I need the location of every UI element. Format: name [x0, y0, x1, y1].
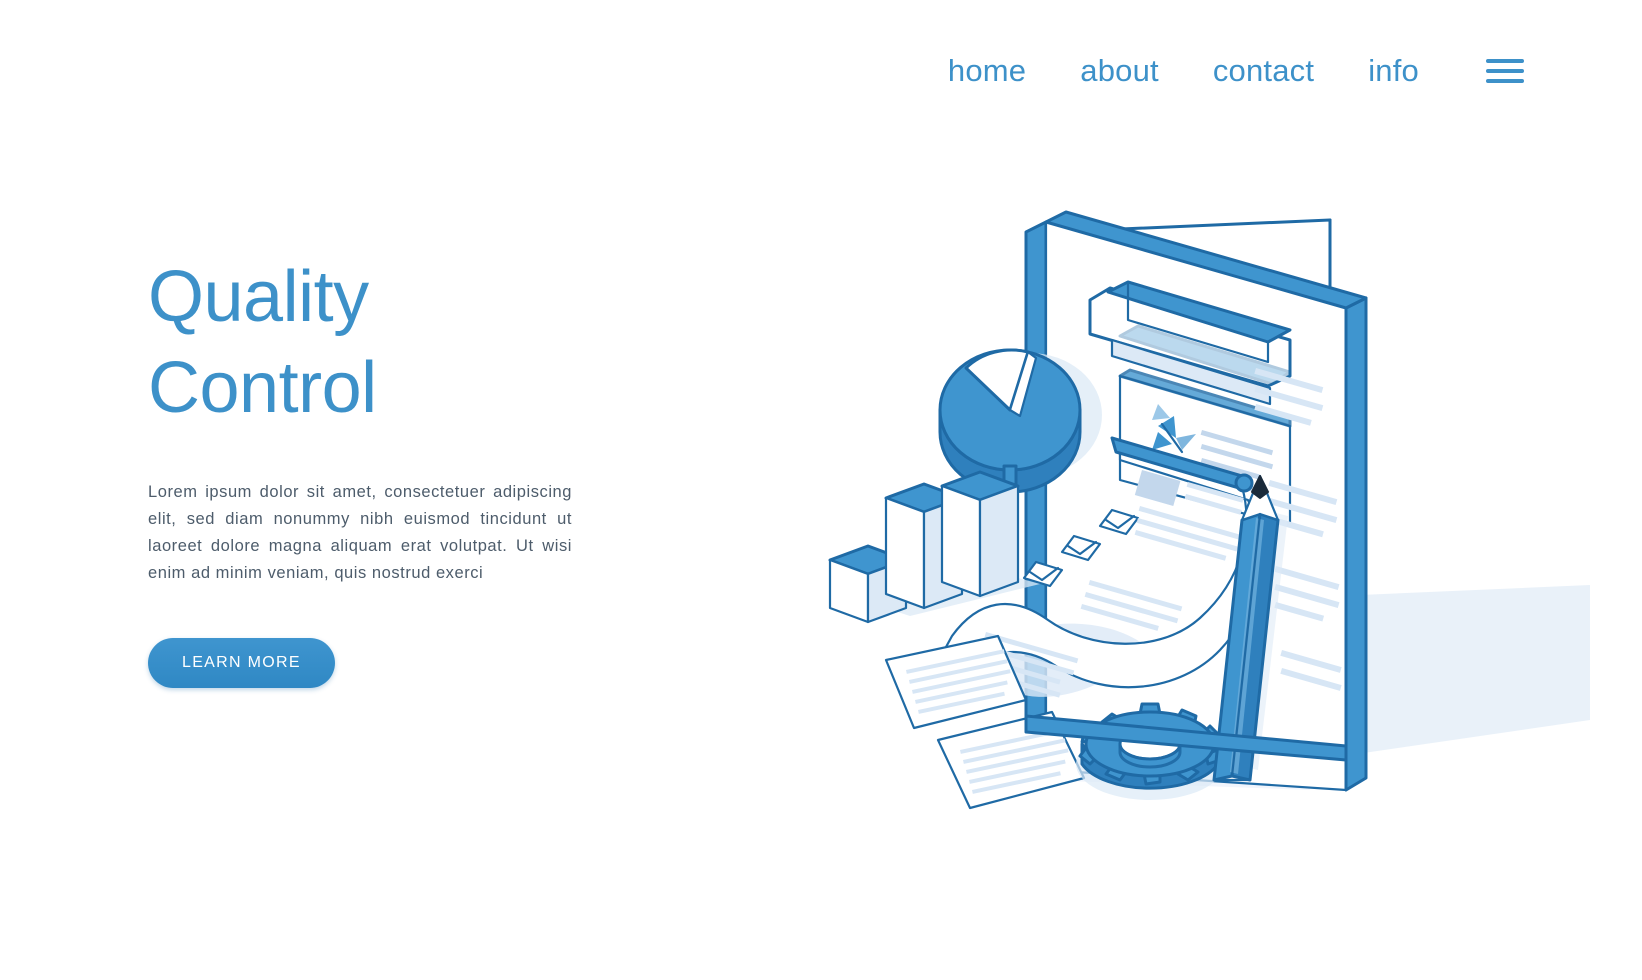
nav-link-about[interactable]: about [1053, 52, 1186, 89]
landing-page-hero: home about contact info Quality Control … [0, 0, 1642, 980]
nav-link-info[interactable]: info [1341, 52, 1446, 89]
headline-line-2: Control [148, 347, 377, 428]
hamburger-bar-3 [1486, 78, 1524, 83]
headline-line-1: Quality [148, 257, 369, 337]
page-title: Quality Control [148, 252, 618, 433]
hamburger-bar-2 [1486, 68, 1524, 73]
hamburger-menu-icon[interactable] [1486, 58, 1524, 83]
quality-control-isometric-illustration: .ln { fill:none; stroke:#1f6aa5; stroke-… [790, 180, 1590, 880]
learn-more-button[interactable]: LEARN MORE [148, 638, 335, 689]
hero-text-block: Quality Control Lorem ipsum dolor sit am… [148, 252, 618, 689]
nav-link-home[interactable]: home [921, 52, 1053, 89]
main-navigation: home about contact info [921, 52, 1524, 89]
hero-paragraph: Lorem ipsum dolor sit amet, consectetuer… [148, 483, 572, 582]
nav-link-contact[interactable]: contact [1186, 52, 1341, 89]
bar-chart-blocks [828, 470, 1040, 624]
hamburger-bar-1 [1486, 58, 1524, 63]
